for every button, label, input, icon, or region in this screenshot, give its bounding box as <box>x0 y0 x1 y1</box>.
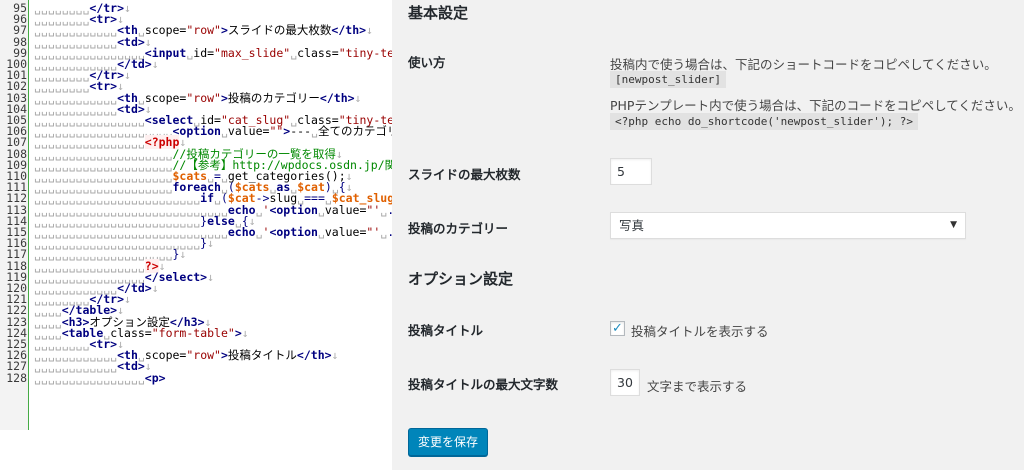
php-snippet: <?php echo do_shortcode('newpost_slider'… <box>610 113 919 130</box>
post-title-checkbox-label[interactable]: 投稿タイトルを表示する <box>631 321 769 340</box>
max-slides-input[interactable]: 5 <box>610 158 652 185</box>
chevron-down-icon: ▼ <box>950 220 957 230</box>
category-select[interactable]: 写真 ▼ <box>610 212 966 239</box>
usage-label: 使い方 <box>408 55 446 70</box>
line-number: 128 <box>6 370 27 385</box>
shortcode-snippet: [newpost_slider] <box>610 71 726 88</box>
title-max-chars-input[interactable]: 30 <box>610 369 640 396</box>
post-title-label: 投稿タイトル <box>408 323 484 338</box>
save-changes-button[interactable]: 変更を保存 <box>408 428 488 456</box>
code-editor[interactable]: 95 ␣␣␣␣␣␣␣␣</tr>↓ 96 ␣␣␣␣␣␣␣␣<tr>↓ 97 ␣␣␣␣␣␣␣… <box>0 0 392 430</box>
checkmark-icon: ✓ <box>612 321 623 336</box>
category-label: 投稿のカテゴリー <box>408 221 509 236</box>
post-title-checkbox[interactable]: ✓ <box>610 321 625 336</box>
max-slides-label: スライドの最大枚数 <box>408 167 521 182</box>
basic-settings-heading: 基本設定 <box>408 4 469 22</box>
settings-panel: 基本設定 使い方 投稿内で使う場合は、下記のショートコードをコピペしてください。… <box>392 0 1024 470</box>
code-text: ␣␣␣␣␣␣␣␣␣␣␣␣␣␣␣␣<p> <box>34 370 166 385</box>
usage-description-template: PHPテンプレート内で使う場合は、下記のコードをコピペしてください。 <box>610 98 1021 113</box>
option-settings-heading: オプション設定 <box>408 270 514 288</box>
title-max-chars-label: 投稿タイトルの最大文字数 <box>408 377 559 392</box>
title-max-chars-suffix: 文字まで表示する <box>647 379 748 394</box>
category-selected-value: 写真 <box>619 218 645 233</box>
